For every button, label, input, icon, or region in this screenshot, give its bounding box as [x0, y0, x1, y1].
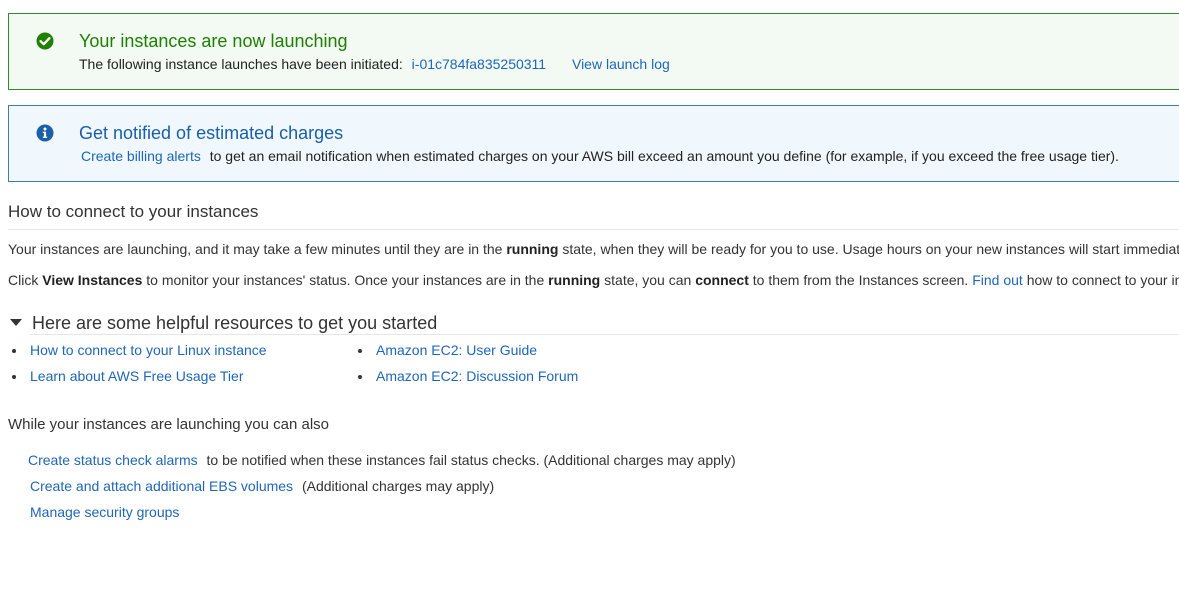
connect-paragraph-1: Your instances are launching, and it may… [8, 241, 1179, 257]
success-alert-body: The following instance launches have bee… [79, 56, 670, 72]
ec2-discussion-forum-link[interactable]: Amazon EC2: Discussion Forum [376, 368, 578, 384]
linux-connect-link[interactable]: How to connect to your Linux instance [30, 342, 267, 358]
success-alert-text: The following instance launches have bee… [79, 56, 403, 72]
connect-paragraph-2: Click View Instances to monitor your ins… [8, 272, 1179, 288]
check-circle-icon [36, 32, 54, 50]
para2-text-b: to monitor your instances' status. Once … [142, 272, 549, 288]
also-section-title: While your instances are launching you c… [8, 416, 330, 433]
free-usage-tier-link[interactable]: Learn about AWS Free Usage Tier [30, 368, 243, 384]
info-alert-title: Get notified of estimated charges [79, 123, 344, 143]
para2-view-instances-bold: View Instances [42, 272, 143, 288]
resources-list-left: How to connect to your Linux instance Le… [8, 341, 267, 393]
para1-running-bold: running [506, 241, 559, 257]
also-item: Create status check alarms to be notifie… [28, 452, 736, 468]
info-alert-body: Create billing alerts to get an email no… [81, 148, 1119, 164]
para1-text-b: state, when they will be ready for you t… [558, 241, 1179, 257]
list-item: How to connect to your Linux instance [8, 341, 267, 367]
para2-text-d: to them from the Instances screen. [748, 272, 973, 288]
instance-id-link[interactable]: i-01c784fa835250311 [412, 56, 546, 72]
resources-toggle[interactable]: Here are some helpful resources to get y… [10, 313, 437, 334]
resources-list-right: Amazon EC2: User Guide Amazon EC2: Discu… [354, 341, 578, 393]
list-item: Learn about AWS Free Usage Tier [8, 367, 267, 393]
list-item: Amazon EC2: Discussion Forum [354, 367, 578, 393]
list-item: Amazon EC2: User Guide [354, 341, 578, 367]
manage-security-groups-link[interactable]: Manage security groups [30, 504, 179, 520]
para2-connect-bold: connect [695, 272, 749, 288]
para1-text-a: Your instances are launching, and it may… [8, 241, 507, 257]
success-alert: Your instances are now launching The fol… [8, 13, 1179, 90]
create-status-check-alarms-link[interactable]: Create status check alarms [28, 452, 198, 468]
section-divider [8, 229, 1179, 230]
caret-down-icon [10, 319, 22, 327]
find-out-link[interactable]: Find out [972, 272, 1023, 288]
para2-text-e: how to connect to your ins [1022, 272, 1179, 288]
para2-running-bold: running [548, 272, 601, 288]
resources-title: Here are some helpful resources to get y… [32, 313, 438, 333]
view-launch-log-link[interactable]: View launch log [572, 56, 670, 72]
info-circle-icon [36, 124, 54, 142]
create-billing-alerts-link[interactable]: Create billing alerts [81, 148, 201, 164]
para2-text-c: state, you can [600, 272, 696, 288]
connect-section-title: How to connect to your instances [8, 202, 259, 221]
info-alert-text: to get an email notification when estima… [209, 148, 1119, 164]
para2-text-a: Click [8, 272, 43, 288]
resources-divider [30, 334, 1179, 335]
also-item-text: (Additional charges may apply) [301, 478, 495, 494]
launch-status-page: Your instances are now launching The fol… [0, 0, 1179, 599]
also-item: Create and attach additional EBS volumes… [30, 478, 494, 494]
also-item: Manage security groups [30, 504, 179, 520]
success-alert-title: Your instances are now launching [79, 31, 348, 51]
create-ebs-volumes-link[interactable]: Create and attach additional EBS volumes [30, 478, 293, 494]
info-alert: Get notified of estimated charges Create… [8, 105, 1179, 182]
ec2-user-guide-link[interactable]: Amazon EC2: User Guide [376, 342, 537, 358]
also-item-text: to be notified when these instances fail… [206, 452, 736, 468]
